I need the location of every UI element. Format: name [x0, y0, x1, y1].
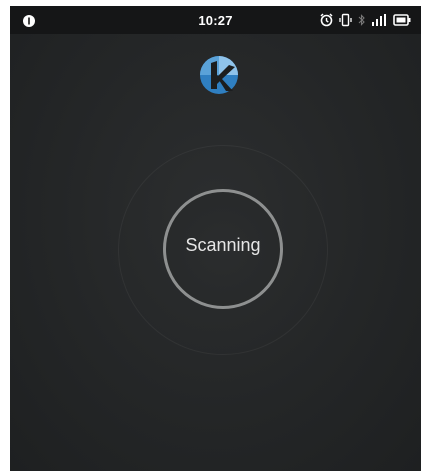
phone-screen: 10:27 Scanning — [10, 6, 421, 471]
scan-button-label: Scanning — [185, 235, 261, 255]
app-logo-icon — [197, 53, 241, 97]
vibrate-icon — [339, 13, 352, 27]
status-icons — [320, 13, 411, 27]
battery-icon — [393, 13, 411, 27]
bluetooth-icon — [358, 13, 365, 27]
alarm-icon — [320, 13, 333, 27]
signal-icon — [371, 13, 387, 27]
status-bar: 10:27 — [10, 6, 421, 34]
